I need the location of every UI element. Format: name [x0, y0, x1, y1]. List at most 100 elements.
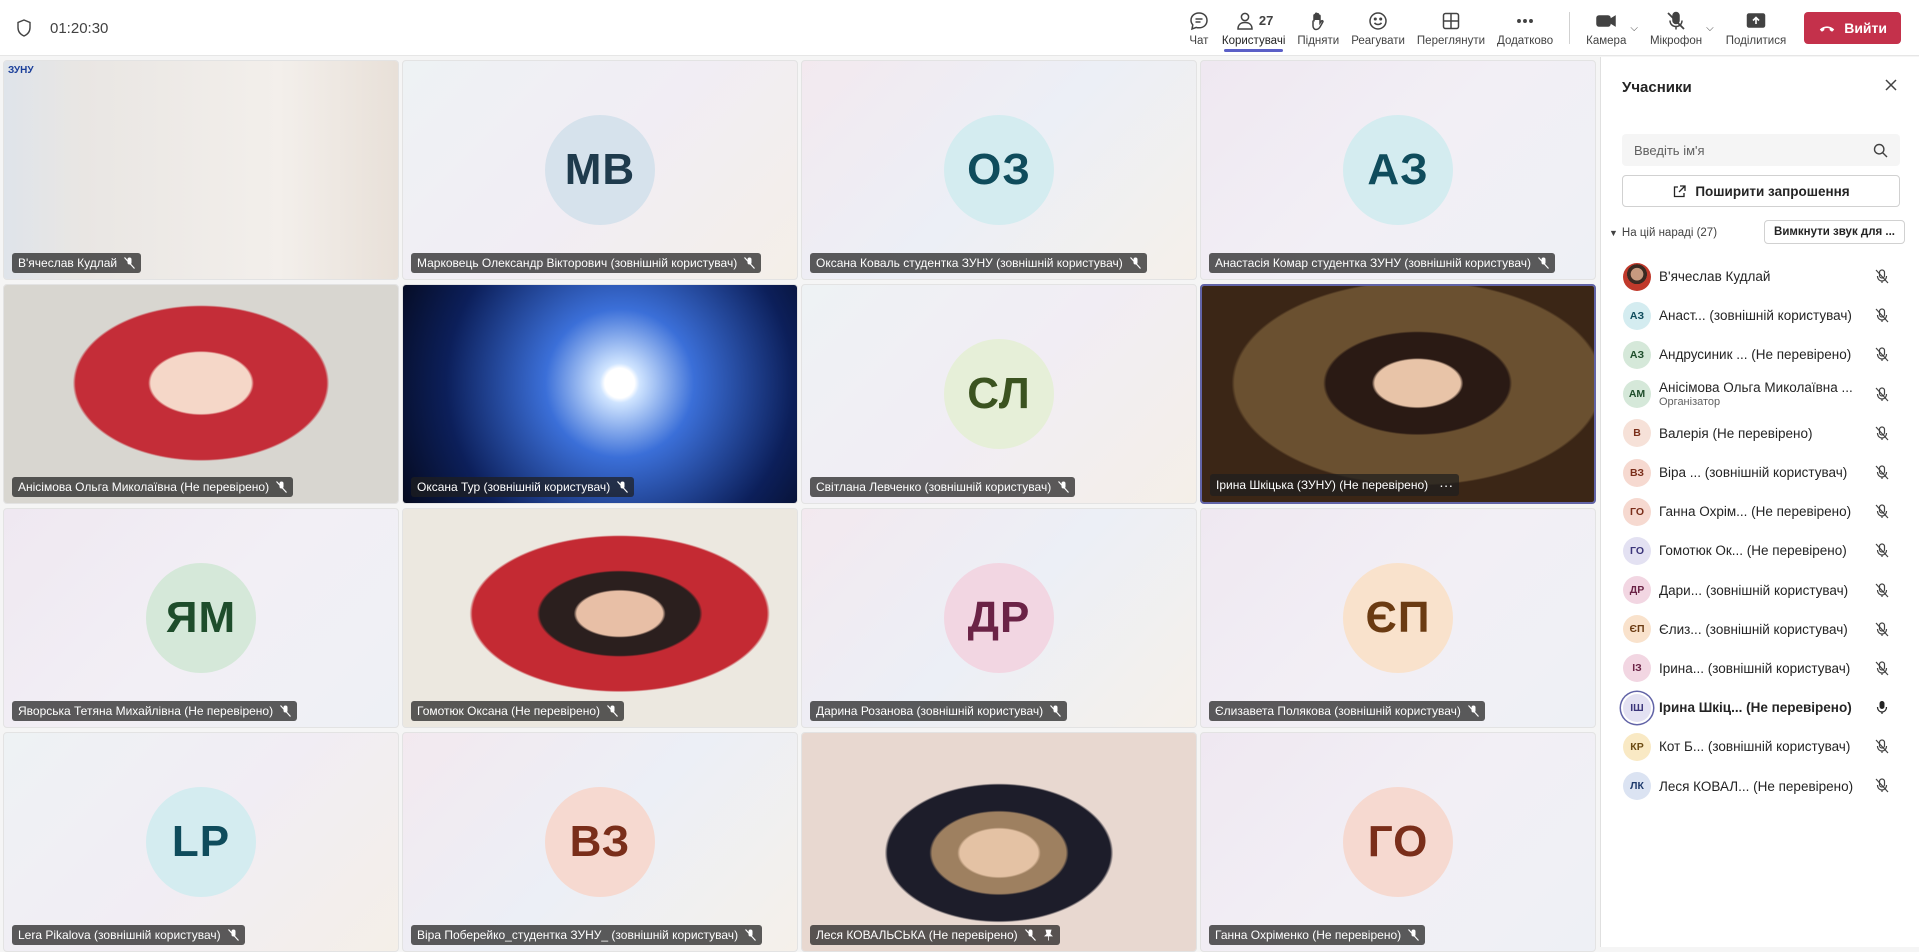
- share-invite-button[interactable]: Поширити запрошення: [1622, 175, 1900, 207]
- view-button[interactable]: Переглянути: [1411, 0, 1491, 56]
- more-label: Додатково: [1497, 34, 1554, 47]
- participant-tile[interactable]: ГО Ганна Охріменко (Не перевірено): [1200, 732, 1596, 952]
- camera-button[interactable]: Камера: [1580, 0, 1632, 56]
- participant-video: [802, 733, 1196, 951]
- more-options-icon[interactable]: ···: [1439, 477, 1453, 493]
- search-icon[interactable]: [1873, 143, 1888, 158]
- avatar: [1623, 262, 1651, 291]
- participant-list-item[interactable]: ІЗ Ірина... (зовнішній користувач): [1601, 649, 1919, 688]
- avatar: ОЗ: [944, 115, 1054, 225]
- mic-off-icon[interactable]: [1875, 386, 1889, 402]
- mic-off-icon: [227, 929, 239, 941]
- mic-off-icon[interactable]: [1875, 739, 1889, 754]
- toolbar-controls: Чат 27 Користувачі Підняти Реагувати Пер…: [1182, 0, 1901, 56]
- participant-tile[interactable]: АЗ Анастасія Комар студентка ЗУНУ (зовні…: [1200, 60, 1596, 280]
- participant-name: Єлизавета Полякова (зовнішній користувач…: [1215, 704, 1461, 718]
- mic-off-icon: [745, 929, 757, 941]
- mic-off-icon: [1467, 705, 1479, 717]
- raise-hand-button[interactable]: Підняти: [1291, 0, 1345, 56]
- participant-list-item[interactable]: АЗ Андрусиник ... (Не перевірено): [1601, 335, 1919, 374]
- pin-icon: [1043, 929, 1053, 941]
- participant-tile[interactable]: Оксана Тур (зовнішній користувач): [402, 284, 798, 504]
- participant-name-tag: Світлана Левченко (зовнішній користувач): [810, 477, 1076, 497]
- smiley-icon: [1369, 11, 1387, 30]
- search-input[interactable]: [1634, 142, 1873, 158]
- more-button[interactable]: Додатково: [1491, 0, 1559, 56]
- participant-list-item[interactable]: В'ячеслав Кудлай: [1601, 257, 1919, 296]
- mic-on-icon[interactable]: [1875, 700, 1889, 715]
- mic-off-icon[interactable]: [1875, 543, 1889, 558]
- mic-off-icon[interactable]: [1875, 504, 1889, 519]
- participant-tile-active-speaker[interactable]: Ірина Шкіцька (ЗУНУ) (Не перевірено) ···: [1200, 284, 1596, 504]
- participant-tile[interactable]: ЄП Єлизавета Полякова (зовнішній користу…: [1200, 508, 1596, 728]
- panel-title: Учасники: [1622, 79, 1692, 96]
- participant-name: Гомотюк Оксана (Не перевірено): [417, 704, 601, 718]
- people-button[interactable]: 27 Користувачі: [1216, 0, 1291, 56]
- participant-name: Ірина Шкіцька (ЗУНУ) (Не перевірено): [1216, 478, 1429, 492]
- participant-name: Ірина... (зовнішній користувач): [1659, 660, 1851, 676]
- mic-off-icon[interactable]: [1875, 661, 1889, 676]
- avatar: ГО: [1623, 536, 1651, 565]
- participant-tile[interactable]: Анісімова Ольга Миколаївна (Не перевірен…: [3, 284, 399, 504]
- mic-off-icon[interactable]: [1875, 778, 1889, 793]
- mic-button[interactable]: Мікрофон: [1644, 0, 1708, 56]
- share-label: Поділитися: [1725, 34, 1787, 47]
- participant-list-item[interactable]: ВЗ Віра ... (зовнішній користувач): [1601, 453, 1919, 492]
- participant-tile[interactable]: ЯМ Яворська Тетяна Михайлівна (Не переві…: [3, 508, 399, 728]
- mic-off-icon[interactable]: [1875, 269, 1889, 284]
- mic-off-icon[interactable]: [1875, 308, 1889, 323]
- participant-list-item[interactable]: КР Кот Б... (зовнішній користувач): [1601, 727, 1919, 766]
- avatar: АЗ: [1343, 115, 1453, 225]
- participant-tile[interactable]: ЗУНУ В'ячеслав Кудлай: [3, 60, 399, 280]
- participant-tile[interactable]: СЛ Світлана Левченко (зовнішній користув…: [801, 284, 1197, 504]
- mic-off-icon: [1058, 481, 1070, 493]
- participant-name-tag: В'ячеслав Кудлай: [12, 253, 142, 273]
- avatar: АЗ: [1623, 340, 1651, 369]
- mic-off-icon: [1408, 929, 1420, 941]
- share-button[interactable]: Поділитися: [1720, 0, 1792, 56]
- participant-list-item[interactable]: ІШ Ірина Шкіц... (Не перевірено): [1601, 688, 1919, 727]
- participant-list-item[interactable]: ГО Гомотюк Ок... (Не перевірено): [1601, 531, 1919, 570]
- participant-list-item[interactable]: АЗ Анаст... (зовнішній користувач): [1601, 296, 1919, 335]
- section-toggle[interactable]: ▼ На цій нараді (27): [1609, 227, 1717, 239]
- participant-name: Анастасія Комар студентка ЗУНУ (зовнішні…: [1215, 256, 1531, 270]
- participant-name: Андрусиник ... (Не перевірено): [1659, 347, 1852, 363]
- mic-off-icon[interactable]: [1875, 622, 1889, 637]
- participant-tile[interactable]: Леся КОВАЛЬСЬКА (Не перевірено): [801, 732, 1197, 952]
- participant-tile[interactable]: ОЗ Оксана Коваль студентка ЗУНУ (зовнішн…: [801, 60, 1197, 280]
- leave-button[interactable]: Вийти: [1804, 12, 1901, 44]
- react-button[interactable]: Реагувати: [1345, 0, 1411, 56]
- participant-list-item[interactable]: В Валерія (Не перевірено): [1601, 414, 1919, 453]
- participant-list-item[interactable]: ЛК Леся КОВАЛ... (Не перевірено): [1601, 766, 1919, 805]
- participant-list-item[interactable]: ЄП Єлиз... (зовнішній користувач): [1601, 610, 1919, 649]
- shield-icon: [17, 19, 31, 37]
- mic-off-icon[interactable]: [1875, 426, 1889, 441]
- participant-name: Віра ... (зовнішній користувач): [1659, 465, 1848, 481]
- participant-tile[interactable]: LP Lera Pikalova (зовнішній користувач): [3, 732, 399, 952]
- avatar: ВЗ: [1623, 458, 1651, 487]
- mic-off-icon: [1129, 257, 1141, 269]
- chat-button[interactable]: Чат: [1182, 0, 1216, 56]
- avatar: ДР: [1623, 576, 1651, 605]
- participant-video: [403, 285, 797, 503]
- mic-label: Мікрофон: [1649, 34, 1703, 47]
- participant-list-item[interactable]: АМ Анісімова Ольга Миколаївна ... Організ…: [1601, 375, 1919, 414]
- close-icon[interactable]: [1883, 77, 1899, 93]
- participant-list-item[interactable]: ДР Дари... (зовнішній користувач): [1601, 571, 1919, 610]
- mic-off-icon: [617, 481, 629, 493]
- mute-all-button[interactable]: Вимкнути звук для ...: [1764, 220, 1905, 244]
- mic-off-icon[interactable]: [1875, 582, 1889, 598]
- participant-tile[interactable]: Гомотюк Оксана (Не перевірено): [402, 508, 798, 728]
- participant-name-tag: Єлизавета Полякова (зовнішній користувач…: [1209, 701, 1485, 721]
- participant-tile[interactable]: ВЗ Віра Поберейко_студентка ЗУНУ_ (зовні…: [402, 732, 798, 952]
- avatar: КР: [1623, 732, 1651, 761]
- participant-name: Lera Pikalova (зовнішній користувач): [18, 928, 221, 942]
- mic-off-icon[interactable]: [1875, 347, 1889, 362]
- participant-name-tag: Дарина Розанова (зовнішній користувач): [810, 701, 1068, 721]
- participant-tile[interactable]: МВ Марковець Олександр Вікторович (зовні…: [402, 60, 798, 280]
- participants-panel: Учасники Поширити запрошення ▼На цій нар…: [1600, 57, 1919, 947]
- avatar: ГО: [1343, 787, 1453, 897]
- participant-tile[interactable]: ДР Дарина Розанова (зовнішній користувач…: [801, 508, 1197, 728]
- participant-list-item[interactable]: ГО Ганна Охрім... (Не перевірено): [1601, 492, 1919, 531]
- mic-off-icon[interactable]: [1875, 465, 1889, 480]
